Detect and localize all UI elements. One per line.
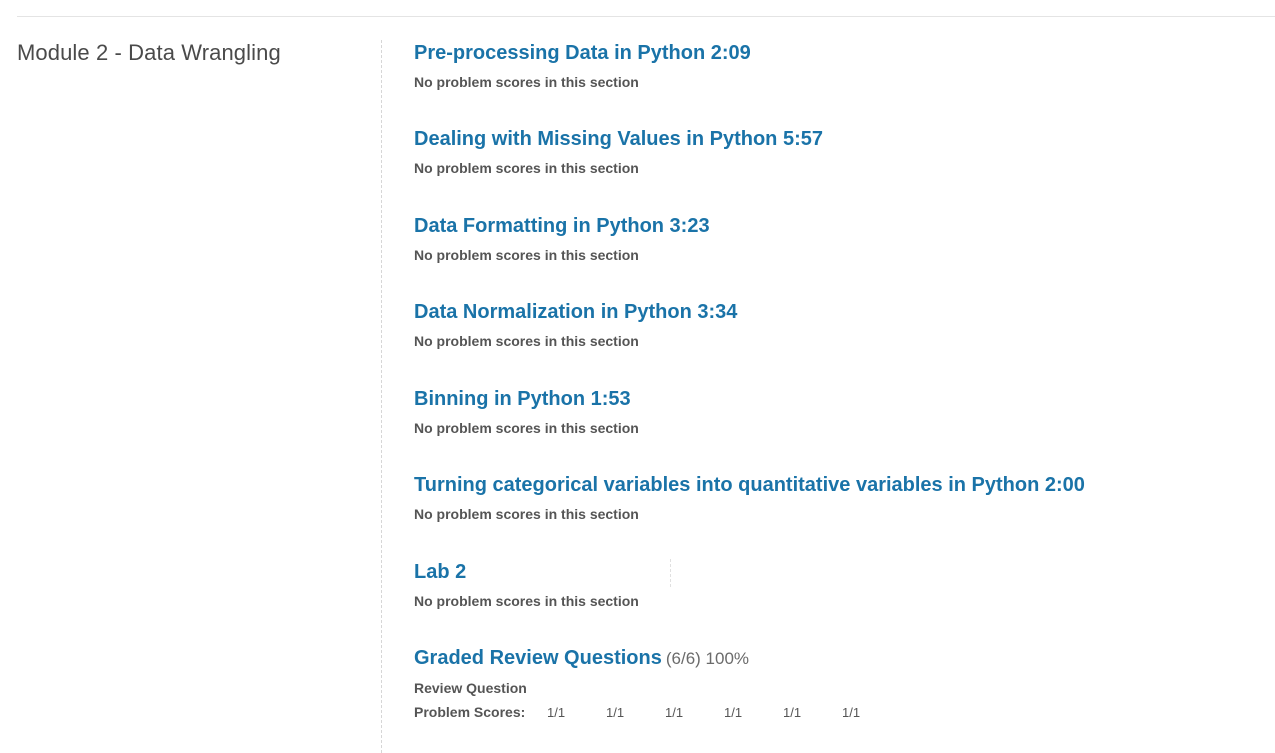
section-item: Data Normalization in Python 3:34 No pro…	[414, 299, 737, 351]
graded-title: Graded Review Questions	[414, 647, 662, 669]
chapter-title: Module 2 - Data Wrangling	[17, 40, 281, 65]
section-item: Lab 2 No problem scores in this section	[414, 559, 671, 611]
section-item: Binning in Python 1:53 No problem scores…	[414, 386, 639, 438]
section-link-missing-values[interactable]: Dealing with Missing Values in Python 5:…	[414, 126, 823, 152]
section-item: Data Formatting in Python 3:23 No proble…	[414, 213, 710, 265]
lab-divider	[670, 559, 671, 587]
section-link-categorical-variables[interactable]: Turning categorical variables into quant…	[414, 472, 1085, 498]
problem-score: 1/1	[842, 704, 861, 720]
problem-score: 1/1	[724, 704, 743, 720]
section-note: No problem scores in this section	[414, 74, 639, 90]
problem-score: 1/1	[783, 704, 802, 720]
section-link-binning[interactable]: Binning in Python 1:53	[414, 386, 631, 412]
section-item: Turning categorical variables into quant…	[414, 472, 1085, 524]
section-item: Pre-processing Data in Python 2:09 No pr…	[414, 40, 751, 92]
section-item-graded: Graded Review Questions (6/6) 100% Review…	[414, 645, 901, 720]
section-link-lab-2[interactable]: Lab 2	[414, 559, 466, 585]
problem-score: 1/1	[606, 704, 625, 720]
section-item: Dealing with Missing Values in Python 5:…	[414, 126, 823, 178]
section-link-preprocessing[interactable]: Pre-processing Data in Python 2:09	[414, 40, 751, 66]
section-note: No problem scores in this section	[414, 593, 639, 609]
section-note: No problem scores in this section	[414, 160, 639, 176]
subsection-title: Review Question	[414, 680, 527, 696]
section-note: No problem scores in this section	[414, 420, 639, 436]
chapter-divider	[381, 40, 382, 753]
problem-score: 1/1	[665, 704, 684, 720]
section-note: No problem scores in this section	[414, 247, 639, 263]
problem-scores-label: Problem Scores:	[414, 704, 526, 720]
section-note: No problem scores in this section	[414, 506, 639, 522]
section-link-data-formatting[interactable]: Data Formatting in Python 3:23	[414, 213, 710, 239]
problem-score: 1/1	[547, 704, 566, 720]
section-link-data-normalization[interactable]: Data Normalization in Python 3:34	[414, 299, 737, 325]
section-link-graded-review[interactable]: Graded Review Questions (6/6) 100%	[414, 645, 749, 672]
top-divider	[17, 16, 1275, 17]
section-note: No problem scores in this section	[414, 333, 639, 349]
graded-score: (6/6) 100%	[665, 649, 750, 668]
problem-scores: Problem Scores: 1/1 1/1 1/1 1/1 1/1 1/1	[414, 704, 901, 720]
